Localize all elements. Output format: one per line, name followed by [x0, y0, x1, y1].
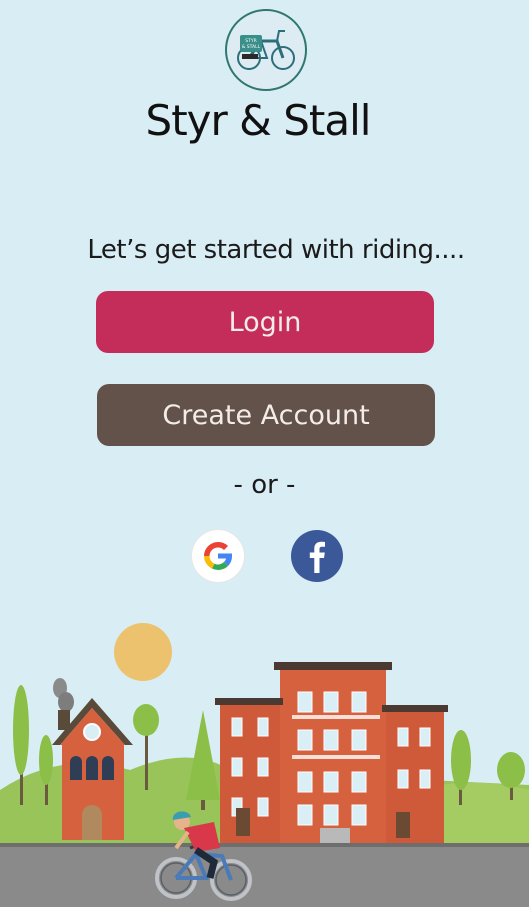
login-button-label: Login [228, 306, 302, 338]
pine-tree [186, 710, 220, 800]
town-illustration [0, 623, 529, 907]
google-icon [204, 541, 233, 570]
logo-text-line1: STYR [245, 38, 256, 44]
facebook-icon [309, 541, 325, 573]
bike-logo-icon: STYR & STALL [237, 30, 295, 70]
or-separator: - or - [233, 470, 296, 500]
tree [13, 685, 29, 775]
create-account-button[interactable]: Create Account [97, 384, 435, 446]
create-account-button-label: Create Account [162, 399, 370, 431]
tree [133, 704, 159, 736]
google-signin-button[interactable] [192, 530, 244, 582]
sun-shape [114, 623, 172, 681]
tagline: Let’s get started with riding.... [87, 235, 465, 265]
login-button[interactable]: Login [96, 291, 434, 353]
facebook-signin-button[interactable] [291, 530, 343, 582]
app-logo: STYR & STALL [225, 9, 307, 91]
app-title: Styr & Stall [145, 96, 372, 145]
road [0, 845, 529, 907]
logo-text-line2: & STALL [242, 44, 261, 50]
welcome-screen: STYR & STALL Styr & Stall Let’s get star… [0, 0, 529, 907]
